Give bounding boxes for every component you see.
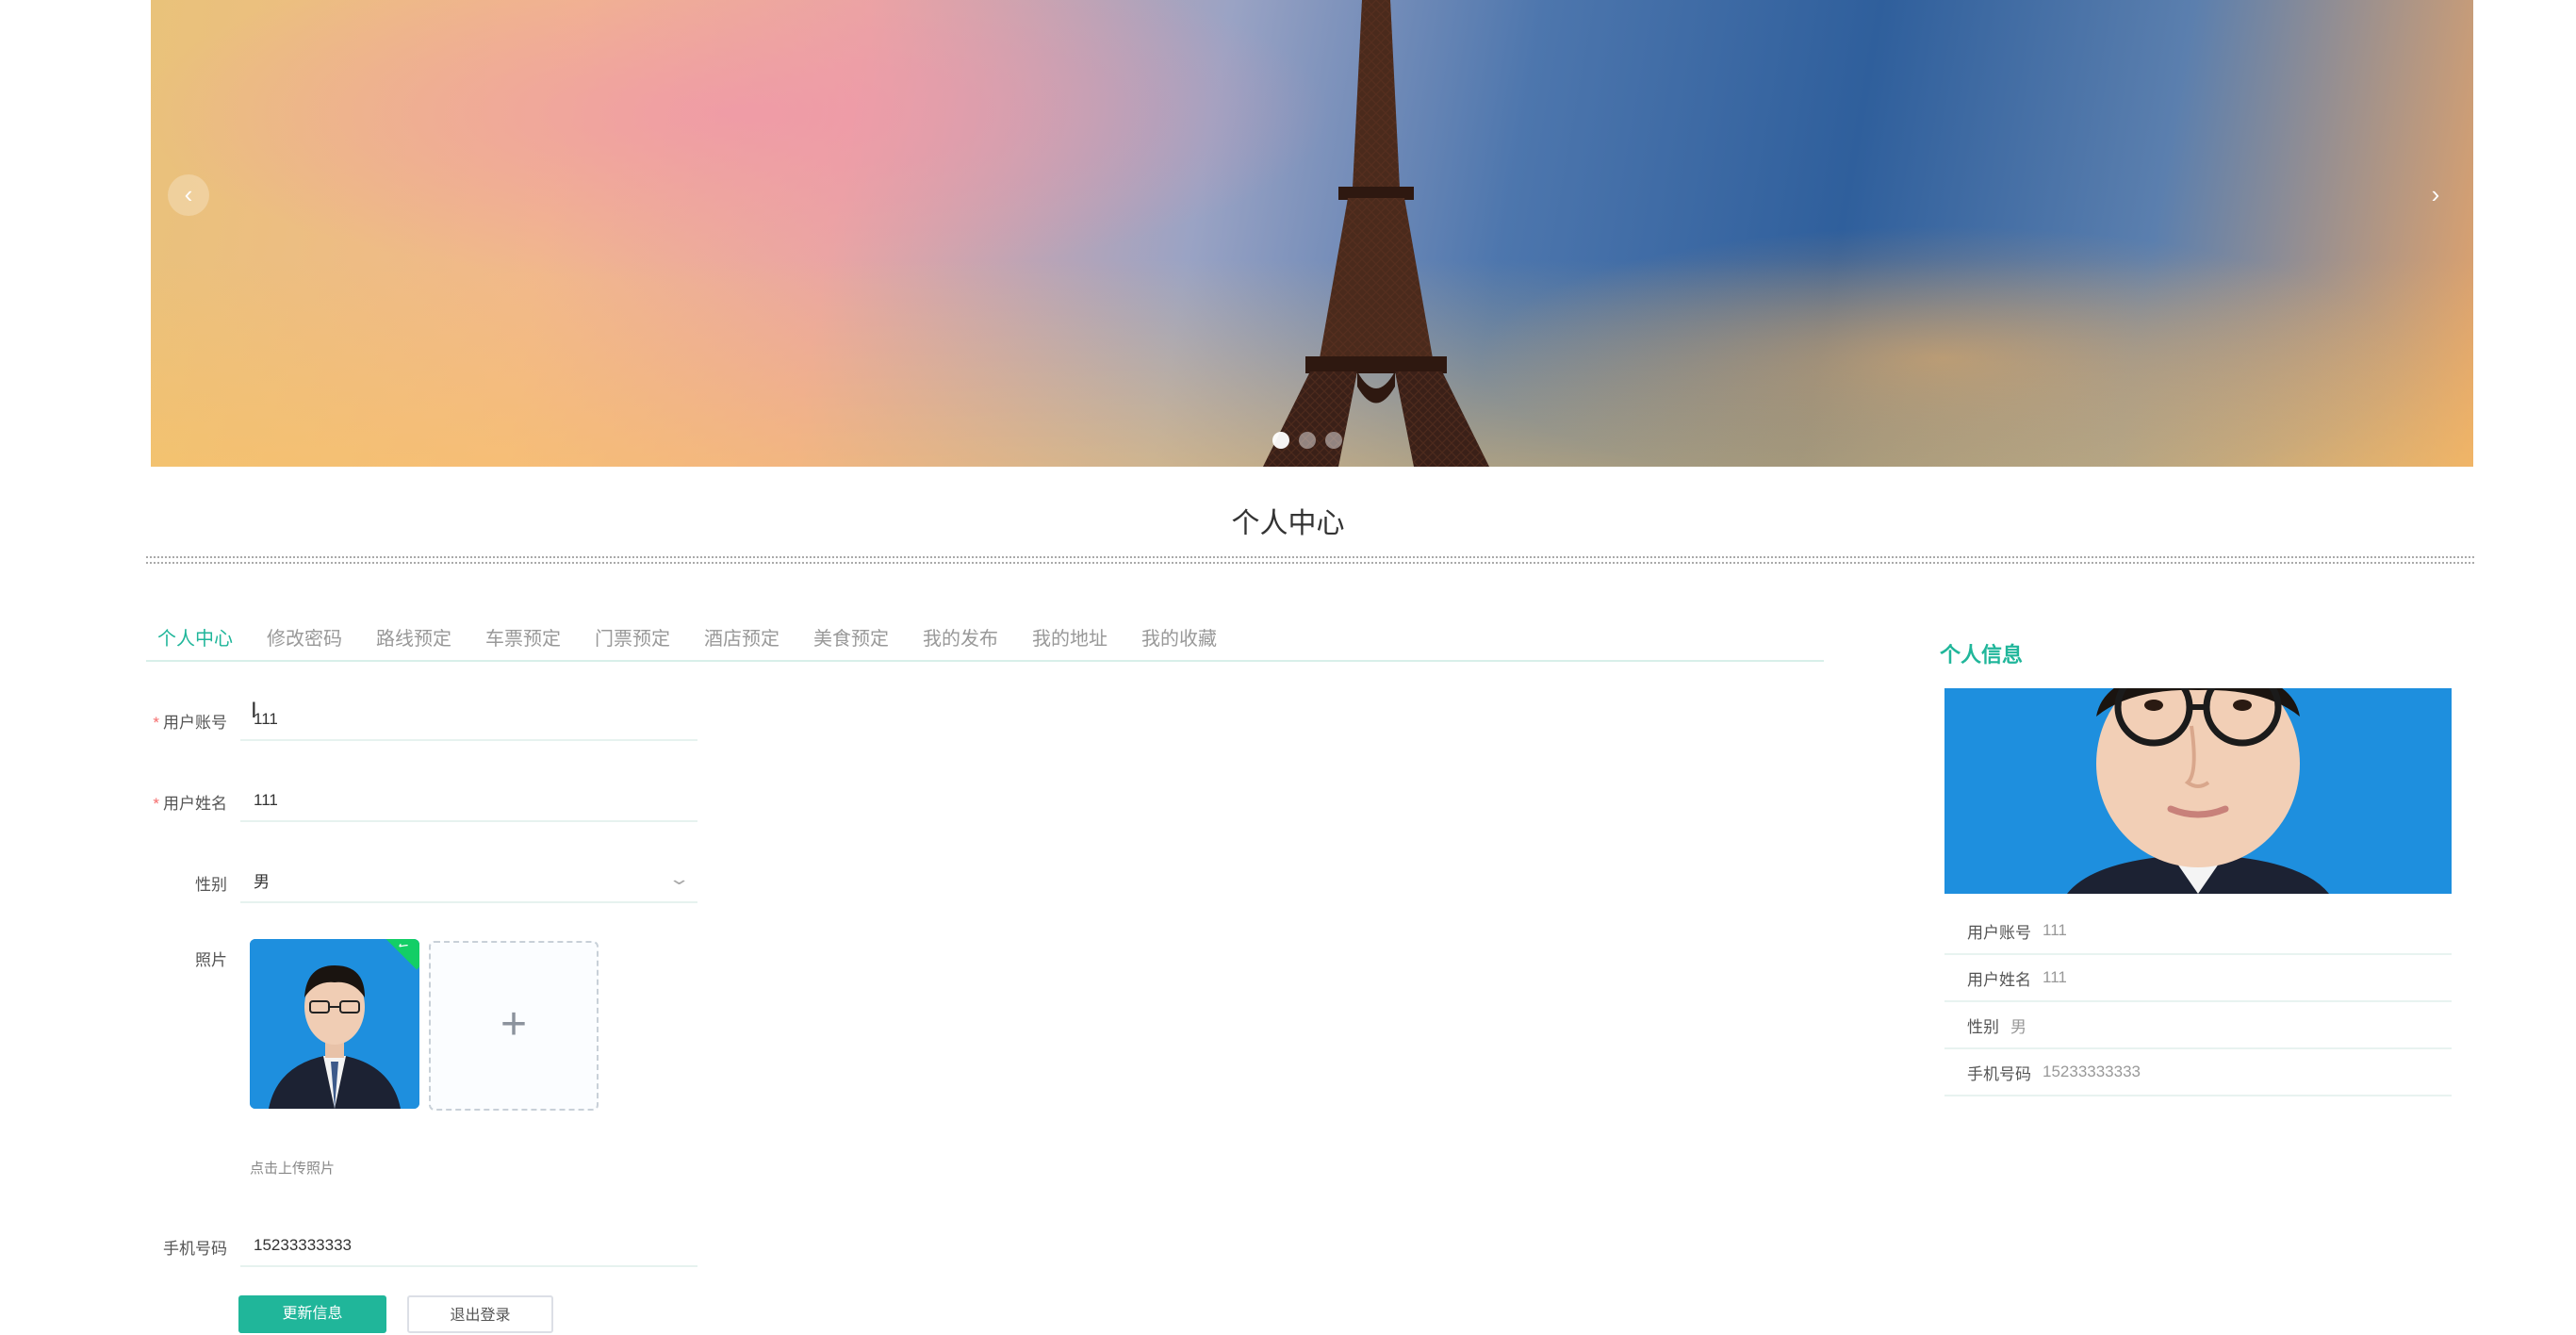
profile-phone-value: 15233333333 [2043,1063,2141,1080]
tab-admission-booking[interactable]: 门票预定 [595,623,670,651]
profile-account-label: 用户账号 [1967,923,2031,942]
upload-tip: 点击上传照片 [250,1161,336,1177]
gender-label: 性别 [195,875,227,894]
profile-photo [1944,688,2452,894]
carousel-dot-1[interactable] [1272,432,1289,449]
tab-hotel-booking[interactable]: 酒店预定 [704,623,779,651]
profile-row-account: 用户账号 111 [1944,908,2452,955]
portrait-large-image [1944,688,2452,894]
account-input[interactable] [240,700,697,741]
logout-button[interactable]: 退出登录 [407,1295,553,1333]
carousel-next-button[interactable]: › [2415,174,2456,216]
carousel-dot-3[interactable] [1325,432,1342,449]
required-mark: * [153,713,159,732]
uploaded-photo-thumb[interactable]: ✓ [250,939,419,1109]
gender-select[interactable]: 男 ⌄ [240,862,697,903]
center-tabs: 个人中心 修改密码 路线预定 车票预定 门票预定 酒店预定 美食预定 我的发布 … [146,613,1824,662]
text-cursor-icon: I [251,698,257,723]
phone-label: 手机号码 [163,1239,227,1258]
profile-name-value: 111 [2043,968,2067,986]
tab-my-posts[interactable]: 我的发布 [923,623,998,651]
title-divider [146,556,2474,564]
form-row-gender: 性别 男 ⌄ [146,862,697,903]
eiffel-tower-image [1263,0,1489,467]
account-label: * 用户账号 [153,713,227,732]
form-row-photo: 照片 [146,947,240,970]
portrait-image [250,939,419,1109]
profile-card-title: 个人信息 [1940,643,2024,667]
name-label: * 用户姓名 [153,794,227,813]
photo-upload-button[interactable]: + [429,941,599,1111]
carousel-dot-2[interactable] [1299,432,1316,449]
profile-name-label: 用户姓名 [1967,970,2031,989]
tab-ticket-booking[interactable]: 车票预定 [485,623,561,651]
profile-account-value: 111 [2043,921,2067,939]
profile-row-name: 用户姓名 111 [1944,955,2452,1002]
profile-gender-label: 性别 [1967,1017,1999,1036]
chevron-left-icon: ‹ [184,180,193,208]
tab-food-booking[interactable]: 美食预定 [813,623,889,651]
tab-change-password[interactable]: 修改密码 [267,623,342,651]
profile-gender-value: 男 [2010,1017,2026,1036]
chevron-down-icon: ⌄ [667,869,691,888]
tab-route-booking[interactable]: 路线预定 [376,623,451,651]
form-row-phone: 手机号码 [146,1226,697,1267]
photo-label: 照片 [195,951,227,969]
form-row-name: * 用户姓名 [146,781,697,822]
profile-phone-label: 手机号码 [1967,1064,2031,1083]
carousel-prev-button[interactable]: ‹ [168,174,209,216]
update-info-button[interactable]: 更新信息 [238,1295,386,1333]
name-input[interactable] [240,781,697,822]
form-row-account: * 用户账号 [146,700,697,741]
banner-carousel: ‹ › [151,0,2473,467]
carousel-indicators [1272,432,1342,449]
chevron-right-icon: › [2431,180,2440,208]
tab-my-address[interactable]: 我的地址 [1032,623,1108,651]
plus-icon: + [500,999,528,1049]
tab-personal-center[interactable]: 个人中心 [157,623,233,651]
profile-row-phone: 手机号码 15233333333 [1944,1049,2452,1096]
page-title: 个人中心 [1231,508,1345,539]
profile-row-gender: 性别 男 [1944,1002,2452,1049]
required-mark: * [153,794,159,813]
tab-my-favorites[interactable]: 我的收藏 [1141,623,1217,651]
gender-select-value: 男 [240,862,697,903]
phone-input[interactable] [240,1226,697,1267]
